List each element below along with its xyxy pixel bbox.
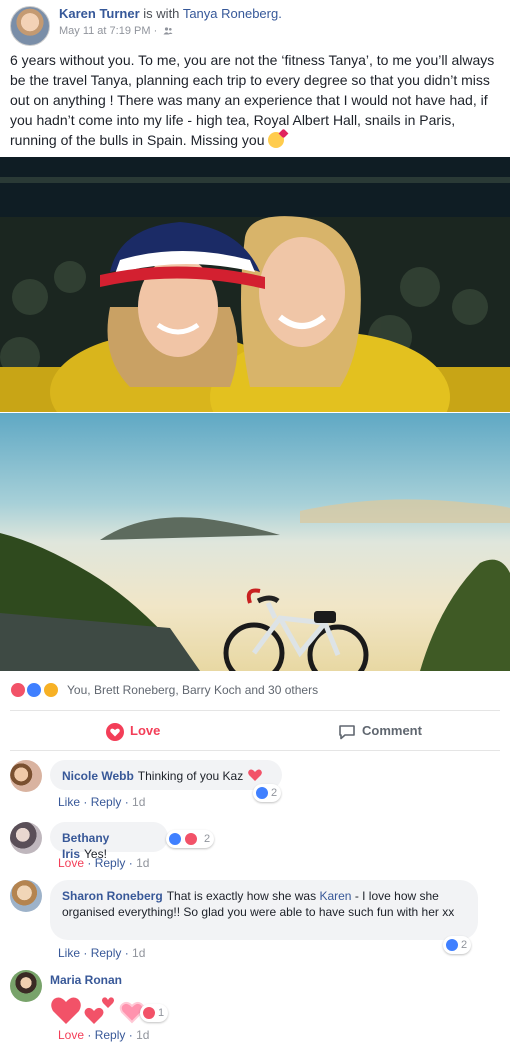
post-header: Karen Turner is with Tanya Roneberg. May… [10, 6, 500, 46]
comment-reaction-badge[interactable]: 2 [166, 830, 215, 848]
like-reaction-icon [26, 682, 43, 698]
divider [10, 710, 500, 711]
comment-time[interactable]: 1d [136, 1028, 149, 1042]
like-comment-link[interactable]: Like [58, 795, 80, 809]
comment-actions: Like · Reply · 1d [58, 795, 146, 809]
comment-actions: Love · Reply · 1d [58, 856, 150, 870]
reply-comment-link[interactable]: Reply [91, 795, 122, 809]
love-reaction-icon [184, 832, 198, 847]
like-reaction-icon [168, 832, 182, 847]
comment-button[interactable]: Comment [338, 716, 510, 746]
comment-bubble: Sharon Roneberg That is exactly how she w… [50, 880, 478, 940]
post-timestamp-link[interactable]: May 11 at 7:19 PM [59, 25, 151, 37]
like-reaction-icon [445, 938, 459, 953]
reaction-summary[interactable]: You, Brett Roneberg, Barry Koch and 30 o… [10, 682, 318, 700]
divider [10, 750, 500, 751]
post-meta: May 11 at 7:19 PM · [59, 25, 173, 37]
comment-text: Thinking of you Kaz [137, 769, 244, 783]
reaction-summary-text[interactable]: You, Brett Roneberg, Barry Koch and 30 o… [67, 683, 318, 697]
kissing-face-emoji [268, 132, 285, 148]
comment-time[interactable]: 1d [136, 856, 149, 870]
heart-emoji [247, 769, 262, 781]
love-button[interactable]: Love [106, 716, 160, 746]
comment-actions: Love · Reply · 1d [58, 1028, 150, 1042]
reaction-count: 2 [271, 787, 278, 799]
commenter-avatar[interactable] [10, 880, 42, 912]
love-comment-link[interactable]: Love [58, 1028, 84, 1042]
commenter-avatar[interactable] [10, 760, 42, 792]
author-name-link[interactable]: Karen Turner [59, 6, 140, 21]
post-action-bar: Love Comment [10, 716, 500, 746]
comment-actions: Like · Reply · 1d [58, 946, 146, 960]
meta-separator: · [153, 25, 158, 37]
post-body: 6 years without you. To me, you are not … [10, 52, 495, 148]
reaction-count: 2 [204, 833, 211, 845]
love-reaction-icon [10, 682, 26, 698]
commenter-name-link[interactable]: Sharon Roneberg [62, 889, 163, 903]
comment-time[interactable]: 1d [132, 795, 145, 809]
reply-comment-link[interactable]: Reply [91, 946, 122, 960]
friends-icon[interactable] [163, 27, 173, 35]
love-icon [106, 722, 124, 741]
like-comment-link[interactable]: Like [58, 946, 80, 960]
photo-bike-landscape-icon [0, 413, 510, 671]
reply-comment-link[interactable]: Reply [95, 856, 126, 870]
commenter-avatar[interactable] [10, 822, 42, 854]
author-avatar[interactable] [10, 6, 50, 46]
commenter-name-link[interactable]: Nicole Webb [62, 769, 134, 783]
commenter-name-link[interactable]: Maria Ronan [50, 973, 122, 987]
comment: Sharon Roneberg That is exactly how she w… [10, 880, 500, 960]
post-text: 6 years without you. To me, you are not … [10, 50, 500, 150]
reply-comment-link[interactable]: Reply [95, 1028, 126, 1042]
reaction-count: 1 [158, 1007, 165, 1019]
comment: Maria Ronan 1 Love · Reply · 1d [10, 970, 500, 1044]
with-text: is with [143, 6, 180, 21]
comment-icon [339, 724, 355, 739]
comment-text: That is exactly how she was [166, 889, 317, 903]
comment-time[interactable]: 1d [132, 946, 145, 960]
comment-bubble: Nicole Webb Thinking of you Kaz [50, 760, 282, 790]
mention-link[interactable]: Karen [319, 889, 351, 903]
photo-two-women-icon [0, 157, 510, 412]
like-reaction-icon [255, 786, 269, 801]
comment-button-label: Comment [362, 723, 422, 738]
commenter-avatar[interactable] [10, 970, 42, 1002]
reaction-count: 2 [461, 939, 468, 951]
photo-two-women[interactable] [0, 157, 510, 412]
comment-reaction-badge[interactable]: 2 [443, 936, 472, 954]
comment-reaction-badge[interactable]: 1 [140, 1004, 169, 1022]
comment-reaction-badge[interactable]: 2 [253, 784, 282, 802]
love-reaction-icon [142, 1006, 156, 1021]
post-attribution: Karen Turner is with Tanya Roneberg. [59, 6, 282, 22]
sad-reaction-icon [42, 682, 59, 698]
tagged-person-link[interactable]: Tanya Roneberg. [183, 6, 282, 21]
photo-bike-landscape[interactable] [0, 413, 510, 671]
love-comment-link[interactable]: Love [58, 856, 84, 870]
comment-bubble: Bethany Iris Yes! [50, 822, 168, 861]
love-button-label: Love [130, 723, 161, 738]
comment: Bethany Iris Yes! 2 Love · Reply · 1d [10, 822, 500, 872]
comment: Nicole Webb Thinking of you Kaz 2 Like · … [10, 760, 500, 810]
